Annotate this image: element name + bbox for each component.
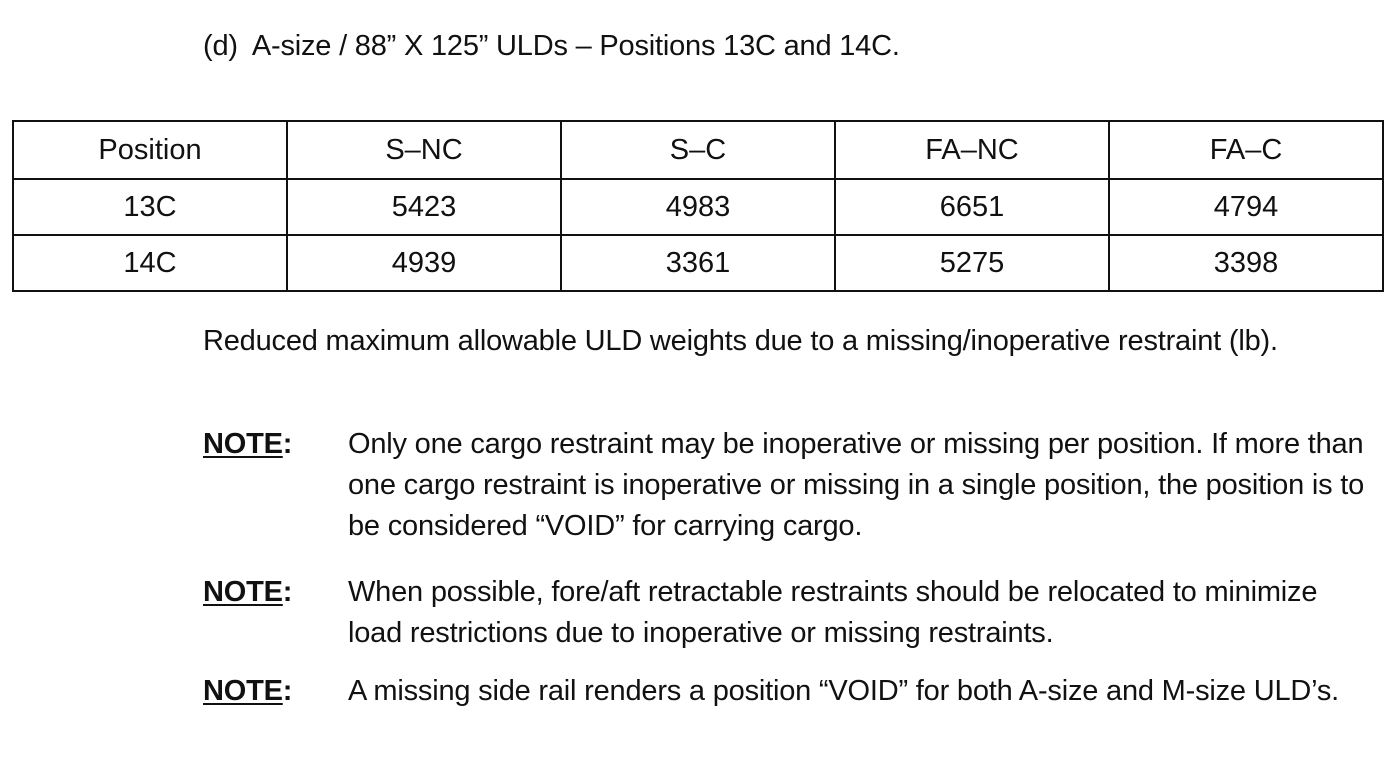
section-title: A-size / 88” X 125” ULDs – Positions 13C… (251, 30, 900, 62)
table-cell: 5423 (286, 178, 562, 236)
section-heading: (d) A-size / 88” X 125” ULDs – Positions … (203, 26, 900, 66)
table-caption: Reduced maximum allowable ULD weights du… (203, 325, 1278, 357)
table-cell: 4939 (286, 234, 562, 292)
uld-weights-table: Position S–NC S–C FA–NC FA–C 13C 5423 49… (12, 120, 1384, 292)
note-text: When possible, fore/aft retractable rest… (348, 576, 1318, 649)
table-cell: 3398 (1108, 234, 1384, 292)
note-label: NOTE: (203, 576, 293, 608)
table-header-row: Position S–NC S–C FA–NC FA–C (12, 120, 1384, 180)
table-cell: 5275 (834, 234, 1110, 292)
table-cell: 14C (12, 234, 288, 292)
column-header-fa-nc: FA–NC (834, 120, 1110, 180)
table-cell: 4794 (1108, 178, 1384, 236)
table-row: 14C 4939 3361 5275 3398 (12, 234, 1384, 292)
table-cell: 4983 (560, 178, 836, 236)
note-label: NOTE: (203, 675, 293, 707)
table-cell: 6651 (834, 178, 1110, 236)
column-header-fa-c: FA–C (1108, 120, 1384, 180)
column-header-s-c: S–C (560, 120, 836, 180)
note-text: Only one cargo restraint may be inoperat… (348, 428, 1365, 542)
note-text: A missing side rail renders a position “… (348, 675, 1340, 707)
section-label: (d) (203, 30, 238, 62)
note-label: NOTE: (203, 428, 293, 460)
column-header-s-nc: S–NC (286, 120, 562, 180)
table-row: 13C 5423 4983 6651 4794 (12, 178, 1384, 236)
column-header-position: Position (12, 120, 288, 180)
table-cell: 3361 (560, 234, 836, 292)
table-cell: 13C (12, 178, 288, 236)
